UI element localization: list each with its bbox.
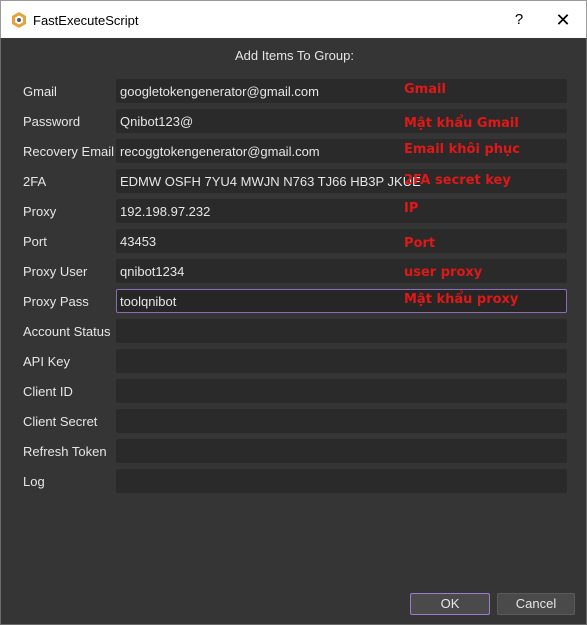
refresh-token-input[interactable] — [116, 439, 567, 463]
gmail-input[interactable] — [116, 79, 567, 103]
client-secret-input[interactable] — [116, 409, 567, 433]
close-button[interactable]: ✕ — [550, 7, 576, 33]
proxy-user-input[interactable] — [116, 259, 567, 283]
2fa-input[interactable] — [116, 169, 567, 193]
recovery-email-label: Recovery Email — [23, 144, 115, 159]
proxy-input[interactable] — [116, 199, 567, 223]
proxy-user-label: Proxy User — [23, 264, 88, 279]
account-status-label: Account Status — [23, 324, 111, 339]
client-id-input[interactable] — [116, 379, 567, 403]
window-title: FastExecuteScript — [33, 13, 139, 28]
api-key-input[interactable] — [116, 349, 567, 373]
client-secret-label: Client Secret — [23, 414, 98, 429]
client-id-label: Client ID — [23, 384, 73, 399]
recovery-email-input[interactable] — [116, 139, 567, 163]
cancel-button[interactable]: Cancel — [497, 593, 575, 615]
gmail-label: Gmail — [23, 84, 57, 99]
title-bar: FastExecuteScript ? ✕ — [0, 0, 587, 38]
port-label: Port — [23, 234, 47, 249]
password-label: Password — [23, 114, 81, 129]
log-input[interactable] — [116, 469, 567, 493]
proxy-pass-input[interactable] — [116, 289, 567, 313]
proxy-pass-label: Proxy Pass — [23, 294, 89, 309]
refresh-token-label: Refresh Token — [23, 444, 107, 459]
dialog-heading: Add Items To Group: — [235, 48, 354, 63]
app-logo-icon — [12, 12, 26, 28]
account-status-input[interactable] — [116, 319, 567, 343]
api-key-label: API Key — [23, 354, 70, 369]
ok-button[interactable]: OK — [410, 593, 490, 615]
help-button[interactable]: ? — [506, 7, 532, 33]
dialog-body: Add Items To Group: GmailGmailPasswordMậ… — [0, 38, 587, 625]
2fa-label: 2FA — [23, 174, 47, 189]
log-label: Log — [23, 474, 45, 489]
password-input[interactable] — [116, 109, 567, 133]
port-input[interactable] — [116, 229, 567, 253]
proxy-label: Proxy — [23, 204, 57, 219]
